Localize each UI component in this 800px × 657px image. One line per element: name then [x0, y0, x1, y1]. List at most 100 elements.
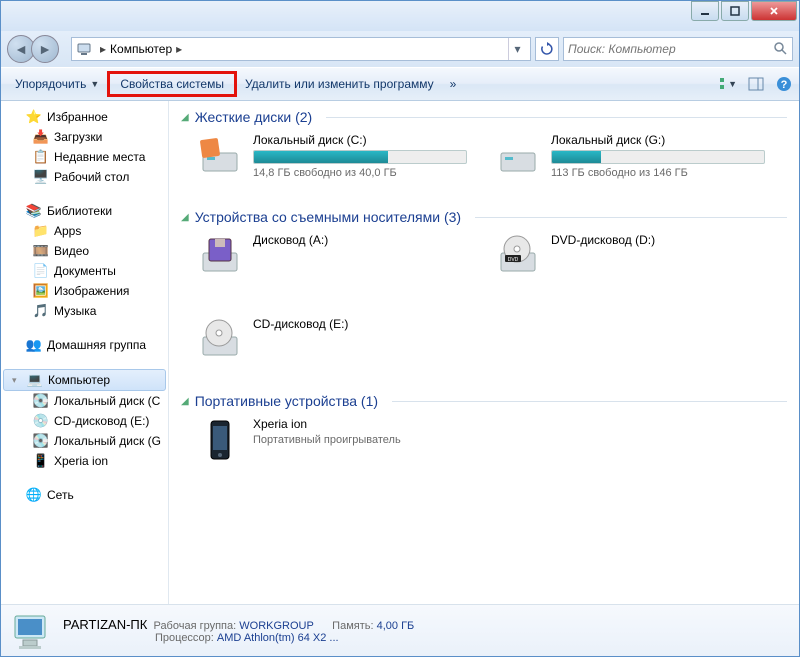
libraries-icon: 📚: [26, 203, 42, 219]
breadcrumb-computer[interactable]: Компьютер: [110, 42, 172, 56]
svg-text:?: ?: [781, 79, 788, 91]
hdd-icon: [495, 133, 541, 179]
drive-label: DVD-дисковод (D:): [551, 233, 765, 247]
section-header-hdd[interactable]: ◢Жесткие диски (2): [181, 109, 787, 125]
computer-large-icon: [11, 610, 53, 652]
folder-icon: 📁: [33, 223, 49, 239]
downloads-icon: 📥: [33, 129, 49, 145]
star-icon: ⭐: [26, 109, 42, 125]
maximize-button[interactable]: [721, 1, 749, 21]
desktop-icon: 🖥️: [33, 169, 49, 185]
dvd-icon: DVD: [495, 233, 541, 279]
drive-usage-bar: [551, 150, 765, 164]
recent-icon: 📋: [33, 149, 49, 165]
section-header-removable[interactable]: ◢Устройства со съемными носителями (3): [181, 209, 787, 225]
minimize-button[interactable]: [691, 1, 719, 21]
section-header-portable[interactable]: ◢Портативные устройства (1): [181, 393, 787, 409]
network-icon: 🌐: [26, 487, 42, 503]
titlebar: [1, 1, 799, 31]
section-removable: ◢Устройства со съемными носителями (3) Д…: [181, 209, 787, 373]
computer-node[interactable]: ▾💻Компьютер: [3, 369, 166, 391]
document-icon: 📄: [33, 263, 49, 279]
close-button[interactable]: [751, 1, 797, 21]
computer-icon: [76, 41, 92, 57]
chevron-down-icon: ▼: [90, 79, 99, 89]
drive-free-text: 14,8 ГБ свободно из 40,0 ГБ: [253, 167, 467, 179]
content-area: ⭐Избранное 📥Загрузки 📋Недавние места 🖥️Р…: [1, 101, 799, 604]
help-button[interactable]: ?: [775, 75, 793, 93]
drive-label: Локальный диск (C:): [253, 133, 467, 147]
device-xperia[interactable]: Xperia ion Портативный проигрыватель: [197, 417, 467, 463]
drive-g[interactable]: Локальный диск (G:) 113 ГБ свободно из 1…: [495, 133, 765, 179]
phone-icon: [197, 417, 243, 463]
search-icon: [773, 41, 788, 57]
pictures-icon: 🖼️: [33, 283, 49, 299]
toolbar-overflow-button[interactable]: »: [442, 73, 465, 95]
drive-icon: 💽: [33, 393, 49, 409]
sidebar-item-documents[interactable]: 📄Документы: [1, 261, 168, 281]
libraries-node[interactable]: 📚Библиотеки: [1, 201, 168, 221]
explorer-window: ◄ ► ▸ Компьютер ▸ ▾ Упорядочить▼ Свойств…: [0, 0, 800, 657]
section-portable: ◢Портативные устройства (1) Xperia ion П…: [181, 393, 787, 473]
cd-icon: [197, 317, 243, 363]
organize-button[interactable]: Упорядочить▼: [7, 73, 107, 95]
details-pane: PARTIZAN-ПК Рабочая группа: WORKGROUP Па…: [1, 604, 799, 656]
device-type: Портативный проигрыватель: [253, 434, 467, 446]
drive-e[interactable]: CD-дисковод (E:): [197, 317, 467, 363]
computer-icon: 💻: [27, 372, 43, 388]
uninstall-program-button[interactable]: Удалить или изменить программу: [237, 73, 442, 95]
status-computer-name: PARTIZAN-ПК: [63, 617, 147, 632]
music-icon: 🎵: [33, 303, 49, 319]
breadcrumb-sep-icon: ▸: [176, 42, 182, 56]
section-hdd: ◢Жесткие диски (2) Локальный диск (C:) 1…: [181, 109, 787, 189]
forward-button[interactable]: ►: [31, 35, 59, 63]
preview-pane-button[interactable]: [747, 75, 765, 93]
sidebar-item-drive-g[interactable]: 💽Локальный диск (G: [1, 431, 168, 451]
video-icon: 🎞️: [33, 243, 49, 259]
drive-label: Дисковод (A:): [253, 233, 467, 247]
system-properties-button[interactable]: Свойства системы: [107, 71, 237, 97]
sidebar-item-videos[interactable]: 🎞️Видео: [1, 241, 168, 261]
floppy-icon: [197, 233, 243, 279]
sidebar-item-downloads[interactable]: 📥Загрузки: [1, 127, 168, 147]
device-label: Xperia ion: [253, 417, 467, 431]
drive-label: CD-дисковод (E:): [253, 317, 467, 331]
drive-label: Локальный диск (G:): [551, 133, 765, 147]
sidebar-item-music[interactable]: 🎵Музыка: [1, 301, 168, 321]
collapse-arrow-icon: ◢: [181, 112, 189, 123]
favorites-node[interactable]: ⭐Избранное: [1, 107, 168, 127]
sidebar-item-drive-c[interactable]: 💽Локальный диск (C: [1, 391, 168, 411]
window-controls: [691, 1, 799, 21]
nav-buttons: ◄ ►: [7, 35, 67, 63]
drive-usage-bar: [253, 150, 467, 164]
sidebar-item-xperia[interactable]: 📱Xperia ion: [1, 451, 168, 471]
drive-c[interactable]: Локальный диск (C:) 14,8 ГБ свободно из …: [197, 133, 467, 179]
view-options-button[interactable]: ▼: [719, 75, 737, 93]
phone-icon: 📱: [33, 453, 49, 469]
address-bar[interactable]: ▸ Компьютер ▸ ▾: [71, 37, 531, 61]
homegroup-node[interactable]: 👥Домашняя группа: [1, 335, 168, 355]
refresh-button[interactable]: [535, 37, 559, 61]
collapse-arrow-icon: ◢: [181, 212, 189, 223]
address-dropdown-icon[interactable]: ▾: [508, 38, 526, 60]
collapse-arrow-icon: ◢: [181, 396, 189, 407]
sidebar-item-desktop[interactable]: 🖥️Рабочий стол: [1, 167, 168, 187]
drive-d[interactable]: DVD DVD-дисковод (D:): [495, 233, 765, 279]
status-workgroup: WORKGROUP: [239, 620, 314, 632]
sidebar-item-apps[interactable]: 📁Apps: [1, 221, 168, 241]
sidebar-item-recent[interactable]: 📋Недавние места: [1, 147, 168, 167]
drive-a[interactable]: Дисковод (A:): [197, 233, 467, 279]
hdd-icon: [197, 133, 243, 179]
network-node[interactable]: 🌐Сеть: [1, 485, 168, 505]
drive-icon: 💽: [33, 433, 49, 449]
svg-text:DVD: DVD: [508, 257, 519, 263]
status-memory: 4,00 ГБ: [377, 620, 415, 632]
sidebar-item-drive-e[interactable]: 💿CD-дисковод (E:): [1, 411, 168, 431]
items-view: ◢Жесткие диски (2) Локальный диск (C:) 1…: [169, 101, 799, 604]
search-box[interactable]: [563, 37, 793, 61]
status-cpu: AMD Athlon(tm) 64 X2 ...: [217, 632, 339, 644]
search-input[interactable]: [568, 42, 773, 56]
cd-icon: 💿: [33, 413, 49, 429]
sidebar-item-pictures[interactable]: 🖼️Изображения: [1, 281, 168, 301]
breadcrumb-sep-icon: ▸: [100, 42, 106, 56]
